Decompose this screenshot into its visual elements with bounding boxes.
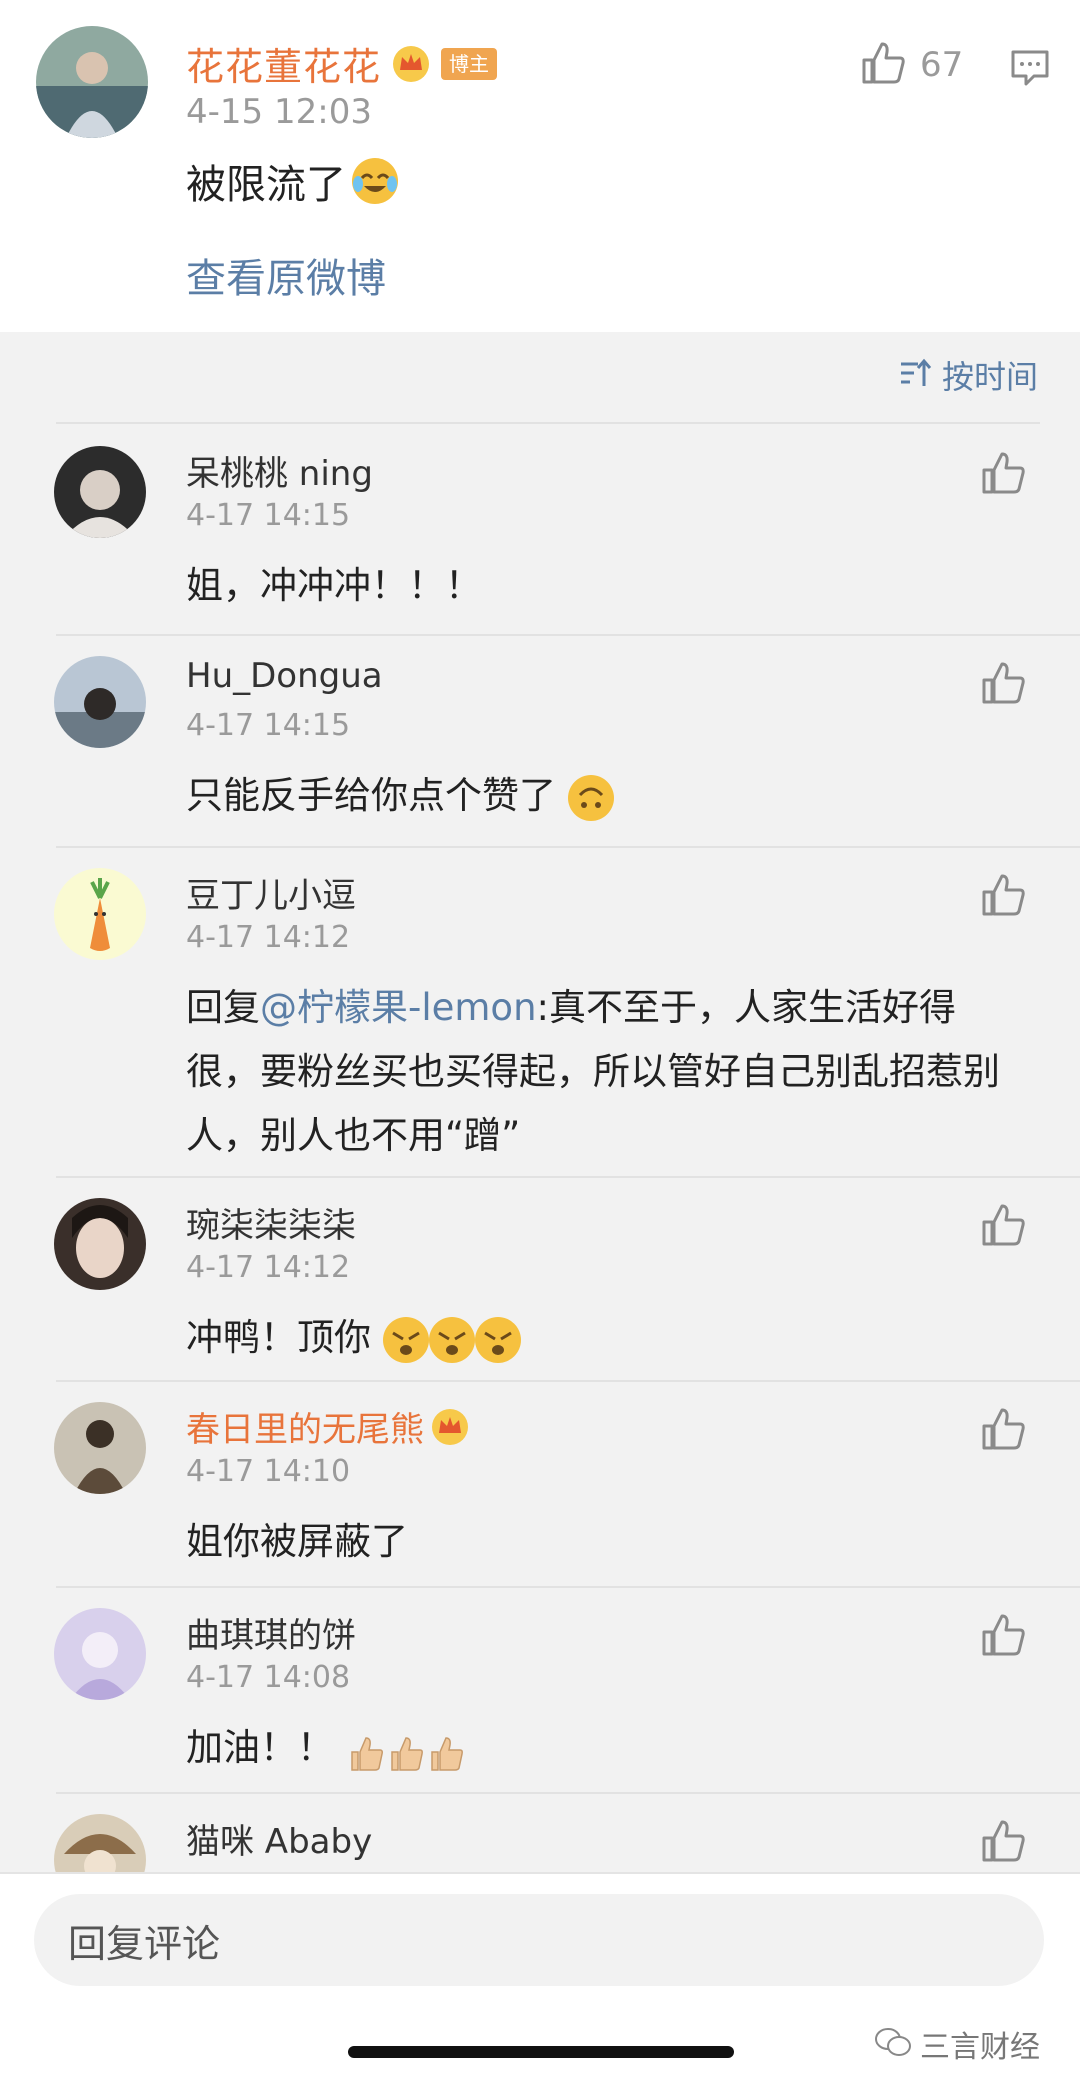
comment-like-button[interactable]: [980, 1406, 1026, 1456]
comment-like-button[interactable]: [980, 660, 1026, 710]
reply-comment-input[interactable]: 回复评论: [34, 1894, 1044, 1986]
comment-time: 4-17 14:10: [186, 1454, 351, 1489]
divider: [56, 1380, 1080, 1382]
post-author[interactable]: 花花董花花 博主: [186, 36, 498, 91]
reply-prefix: 回复: [186, 986, 260, 1029]
sort-by-time-button[interactable]: 按时间: [898, 352, 1038, 398]
post-time: 4-15 12:03: [186, 92, 372, 132]
comment-text: 加油！！: [186, 1716, 1016, 1780]
reply-bar: 回复评论 三言财经: [0, 1872, 1080, 2091]
divider: [56, 1792, 1080, 1794]
commenter-name[interactable]: 春日里的无尾熊: [186, 1402, 470, 1451]
commenter-avatar[interactable]: [54, 1402, 146, 1494]
comment-time: 4-17 14:15: [186, 498, 351, 533]
comment-text: 回复@柠檬果-lemon:真不至于，人家生活好得很，要粉丝买也买得起，所以管好自…: [186, 976, 1016, 1168]
view-original-link[interactable]: 查看原微博: [186, 246, 386, 304]
commenter-avatar[interactable]: [54, 446, 146, 538]
commenter-avatar[interactable]: [54, 656, 146, 748]
commenter-name[interactable]: 猫咪 Ababy: [186, 1814, 372, 1863]
thumbs-up-icon: [982, 1614, 1025, 1656]
post-author-name[interactable]: 花花董花花: [186, 36, 381, 91]
commenter-avatar[interactable]: [54, 868, 146, 960]
watermark: 三言财经: [874, 2022, 1040, 2066]
vip-crown-icon: [430, 1407, 470, 1447]
comment-time: 4-17 14:12: [186, 1250, 351, 1285]
comment-like-button[interactable]: [980, 872, 1026, 922]
comment-time: 4-17 14:08: [186, 1660, 351, 1695]
commenter-name[interactable]: 豆丁儿小逗: [186, 868, 356, 917]
commenter-avatar[interactable]: [54, 1608, 146, 1700]
commenter-name-text[interactable]: 春日里的无尾熊: [186, 1402, 424, 1451]
thumbs-up-icon: [982, 1204, 1025, 1246]
thumbs-up-icon: [860, 40, 906, 90]
thumbs-up-icon: [982, 1820, 1025, 1862]
post-text-content: 被限流了: [186, 162, 346, 208]
post-author-avatar[interactable]: [36, 26, 148, 138]
sort-icon: [898, 356, 932, 394]
thumbs-up-emoji-icon: [426, 1730, 466, 1771]
post-text: 被限流了: [186, 152, 398, 210]
comment-like-button[interactable]: [980, 1612, 1026, 1662]
post-like-button[interactable]: 67: [860, 40, 963, 90]
divider: [56, 422, 1040, 424]
crying-face-emoji-icon: [382, 1316, 429, 1363]
thumbs-up-emoji-icon: [346, 1730, 386, 1771]
commenter-name[interactable]: 呆桃桃 ning: [186, 446, 373, 495]
thumbs-up-icon: [982, 1408, 1025, 1450]
laugh-cry-emoji-icon: [352, 158, 398, 204]
comment-time: 4-17 14:12: [186, 920, 351, 955]
vip-crown-icon: [391, 44, 431, 84]
upside-down-face-emoji-icon: [567, 774, 614, 821]
comment-like-button[interactable]: [980, 1818, 1026, 1868]
commenter-name[interactable]: 琬柒柒柒柒: [186, 1198, 356, 1247]
sort-bar: 按时间: [0, 352, 1080, 422]
comment-text-content: 只能反手给你点个赞了: [186, 774, 556, 817]
divider: [56, 634, 1080, 636]
comment-text: 姐，冲冲冲！！！: [186, 564, 482, 607]
blogger-badge: 博主: [441, 47, 498, 80]
divider: [56, 1586, 1080, 1588]
commenter-name[interactable]: Hu_Dongua: [186, 656, 383, 696]
comment-text: 姐你被屏蔽了: [186, 1520, 408, 1563]
comment-like-button[interactable]: [980, 450, 1026, 500]
comment-text-content: 加油！！: [186, 1726, 334, 1769]
comment-text: 只能反手给你点个赞了: [186, 764, 1016, 828]
sort-label: 按时间: [941, 358, 1038, 396]
post-like-count: 67: [920, 45, 964, 85]
crying-face-emoji-icon: [428, 1316, 475, 1363]
original-post: 花花董花花 博主 4-15 12:03 被限流了 查看原微博 67: [0, 0, 1080, 332]
comment-time: 4-17 14:15: [186, 708, 351, 743]
watermark-text: 三言财经: [920, 2030, 1040, 2065]
comment-icon[interactable]: [1010, 48, 1050, 92]
commenter-avatar[interactable]: [54, 1198, 146, 1290]
divider: [56, 846, 1080, 848]
comment-like-button[interactable]: [980, 1202, 1026, 1252]
thumbs-up-icon: [982, 452, 1025, 494]
mention-link[interactable]: @柠檬果-lemon: [260, 986, 537, 1029]
commenter-name[interactable]: 曲琪琪的饼: [186, 1608, 356, 1657]
thumbs-up-icon: [982, 874, 1025, 916]
comment-text-content: 冲鸭！顶你: [186, 1316, 371, 1359]
crying-face-emoji-icon: [474, 1316, 521, 1363]
divider: [56, 1176, 1080, 1178]
thumbs-up-icon: [982, 662, 1025, 704]
wechat-icon: [874, 2026, 912, 2062]
thumbs-up-emoji-icon: [386, 1730, 426, 1771]
reply-placeholder: 回复评论: [68, 1921, 221, 1966]
home-indicator[interactable]: [348, 2046, 734, 2058]
comment-text: 冲鸭！顶你: [186, 1306, 1016, 1370]
